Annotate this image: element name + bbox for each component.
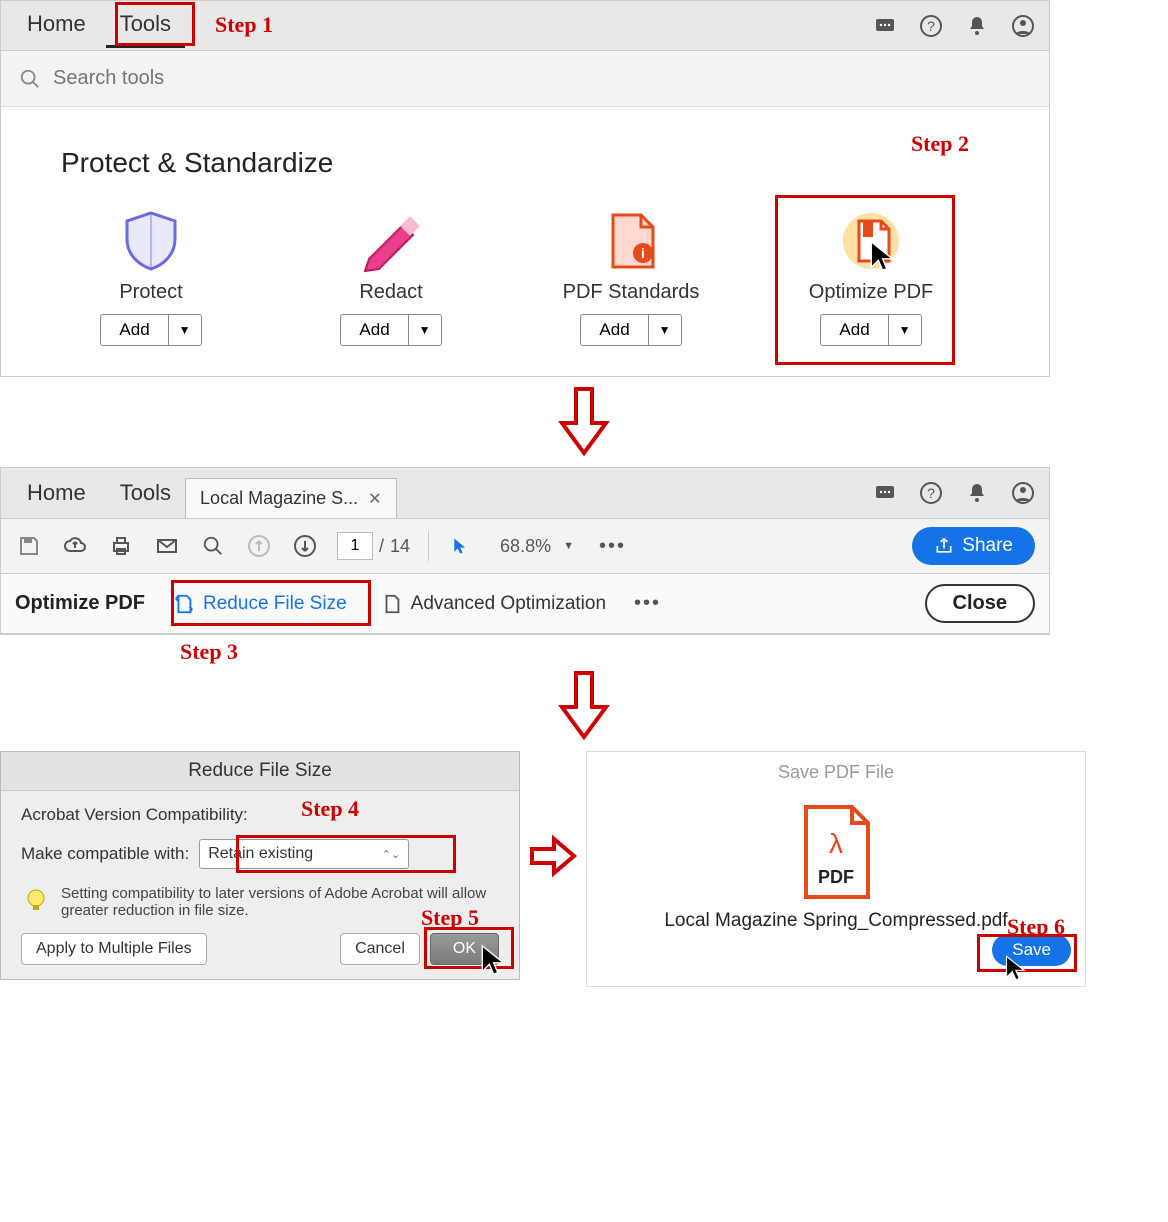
chat-icon[interactable] xyxy=(871,479,899,507)
tools-body: Protect & Standardize Step 2 Protect Add… xyxy=(1,107,1049,376)
cloud-icon[interactable] xyxy=(61,532,89,560)
svg-text:i: i xyxy=(641,245,645,261)
svg-text:λ: λ xyxy=(829,828,843,859)
top-bar-2: Home Tools Local Magazine S... ✕ ? xyxy=(1,468,1049,518)
pdf-file-icon: λ PDF xyxy=(796,803,876,903)
tools-panel: Home Tools Step 1 ? Protect & Standardiz… xyxy=(0,0,1050,377)
svg-text:PDF: PDF xyxy=(818,867,854,887)
tab-home-2[interactable]: Home xyxy=(13,472,100,514)
dialog-title: Reduce File Size xyxy=(1,752,519,791)
redact-icon xyxy=(359,209,423,273)
account-icon[interactable] xyxy=(1009,479,1037,507)
subbar-title: Optimize PDF xyxy=(15,592,145,615)
tool-optimize[interactable]: Optimize PDF Add▼ xyxy=(781,209,961,346)
optimize-subbar: Optimize PDF Reduce File Size Advanced O… xyxy=(1,574,1049,634)
add-redact[interactable]: Add▼ xyxy=(340,314,441,346)
save-dialog: Save PDF File λ PDF Local Magazine Spring… xyxy=(586,751,1086,987)
tool-redact[interactable]: Redact Add▼ xyxy=(301,209,481,346)
close-button[interactable]: Close xyxy=(925,584,1035,623)
more-icon[interactable]: ••• xyxy=(599,535,626,558)
pointer-icon[interactable] xyxy=(447,532,475,560)
help-icon[interactable]: ? xyxy=(917,479,945,507)
svg-text:?: ? xyxy=(927,18,935,34)
tool-redact-label: Redact xyxy=(359,281,422,304)
zoom-icon[interactable] xyxy=(199,532,227,560)
cancel-button[interactable]: Cancel xyxy=(340,933,420,965)
page-up-icon[interactable] xyxy=(245,532,273,560)
bulb-icon xyxy=(21,885,51,915)
mail-icon[interactable] xyxy=(153,532,181,560)
page-indicator: / 14 xyxy=(337,532,410,560)
step-1-highlight xyxy=(115,2,195,46)
doc-toolbar: / 14 68.8%▼ ••• Share xyxy=(1,518,1049,574)
protect-icon xyxy=(119,209,183,273)
step-2-label: Step 2 xyxy=(911,131,969,157)
step-2-highlight xyxy=(775,195,955,365)
tab-tools-2[interactable]: Tools xyxy=(106,472,185,514)
tab-home[interactable]: Home xyxy=(13,3,100,48)
chat-icon[interactable] xyxy=(871,12,899,40)
section-title: Protect & Standardize xyxy=(61,147,989,179)
step-4-label: Step 4 xyxy=(301,796,359,822)
step-4-highlight xyxy=(236,835,456,873)
apply-multiple-button[interactable]: Apply to Multiple Files xyxy=(21,933,207,965)
bell-icon[interactable] xyxy=(963,479,991,507)
tool-protect-label: Protect xyxy=(119,281,182,304)
print-icon[interactable] xyxy=(107,532,135,560)
arrow-right-icon xyxy=(528,831,578,881)
arrow-down-icon xyxy=(554,387,614,457)
help-icon[interactable]: ? xyxy=(917,12,945,40)
zoom-level[interactable]: 68.8%▼ xyxy=(493,533,581,560)
add-standards[interactable]: Add▼ xyxy=(580,314,681,346)
advanced-optimization-button[interactable]: Advanced Optimization xyxy=(375,589,612,619)
close-tab-icon[interactable]: ✕ xyxy=(368,489,381,509)
step-3-label: Step 3 xyxy=(180,639,238,665)
more-sub-icon[interactable]: ••• xyxy=(634,592,661,615)
cursor-icon xyxy=(478,943,506,971)
share-button[interactable]: Share xyxy=(912,527,1035,565)
page-current-input[interactable] xyxy=(337,532,373,560)
save-filename: Local Magazine Spring_Compressed.pdf xyxy=(664,909,1007,934)
cursor-icon xyxy=(867,239,895,267)
document-tab-title: Local Magazine S... xyxy=(200,488,358,509)
save-icon[interactable] xyxy=(15,532,43,560)
compat-label: Acrobat Version Compatibility: xyxy=(21,805,499,825)
cursor-icon xyxy=(1003,954,1031,982)
account-icon[interactable] xyxy=(1009,12,1037,40)
search-icon xyxy=(19,68,41,90)
tool-protect[interactable]: Protect Add▼ xyxy=(61,209,241,346)
add-protect[interactable]: Add▼ xyxy=(100,314,201,346)
search-input[interactable] xyxy=(53,67,1031,90)
tool-standards[interactable]: i PDF Standards Add▼ xyxy=(541,209,721,346)
top-bar: Home Tools Step 1 ? xyxy=(1,1,1049,51)
tool-standards-label: PDF Standards xyxy=(563,281,700,304)
search-bar xyxy=(1,51,1049,107)
document-tab[interactable]: Local Magazine S... ✕ xyxy=(185,478,397,518)
step-3-highlight xyxy=(171,580,371,626)
svg-text:?: ? xyxy=(927,485,935,501)
bell-icon[interactable] xyxy=(963,12,991,40)
document-panel: Home Tools Local Magazine S... ✕ ? / 14 … xyxy=(0,467,1050,635)
arrow-down-icon xyxy=(554,671,614,741)
page-total: 14 xyxy=(390,536,410,557)
standards-icon: i xyxy=(599,209,663,273)
page-down-icon[interactable] xyxy=(291,532,319,560)
reduce-dialog: Reduce File Size Acrobat Version Compati… xyxy=(0,751,520,980)
make-compat-label: Make compatible with: xyxy=(21,844,189,864)
step-1-label: Step 1 xyxy=(215,12,273,38)
save-dialog-title: Save PDF File xyxy=(587,752,1085,793)
